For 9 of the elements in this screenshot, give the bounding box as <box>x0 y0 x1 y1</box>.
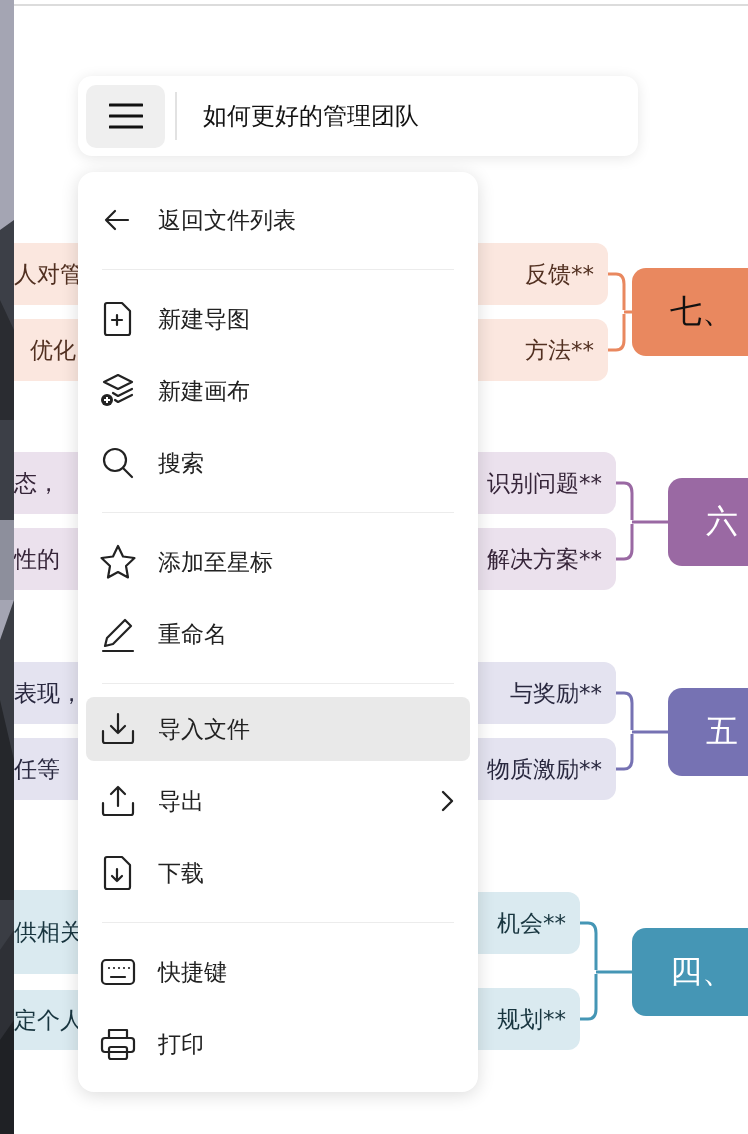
menu-item[interactable]: 导入文件 <box>86 697 470 761</box>
topic-node: 七、 <box>632 268 748 356</box>
menu-icon <box>108 103 143 129</box>
document-title: 如何更好的管理团队 <box>203 101 419 132</box>
topic-node: 五 <box>668 688 748 776</box>
menu-button[interactable] <box>86 84 165 148</box>
topic-node: 六 <box>668 478 748 566</box>
star-icon <box>98 542 138 582</box>
topic-node: 四、 <box>632 928 748 1016</box>
